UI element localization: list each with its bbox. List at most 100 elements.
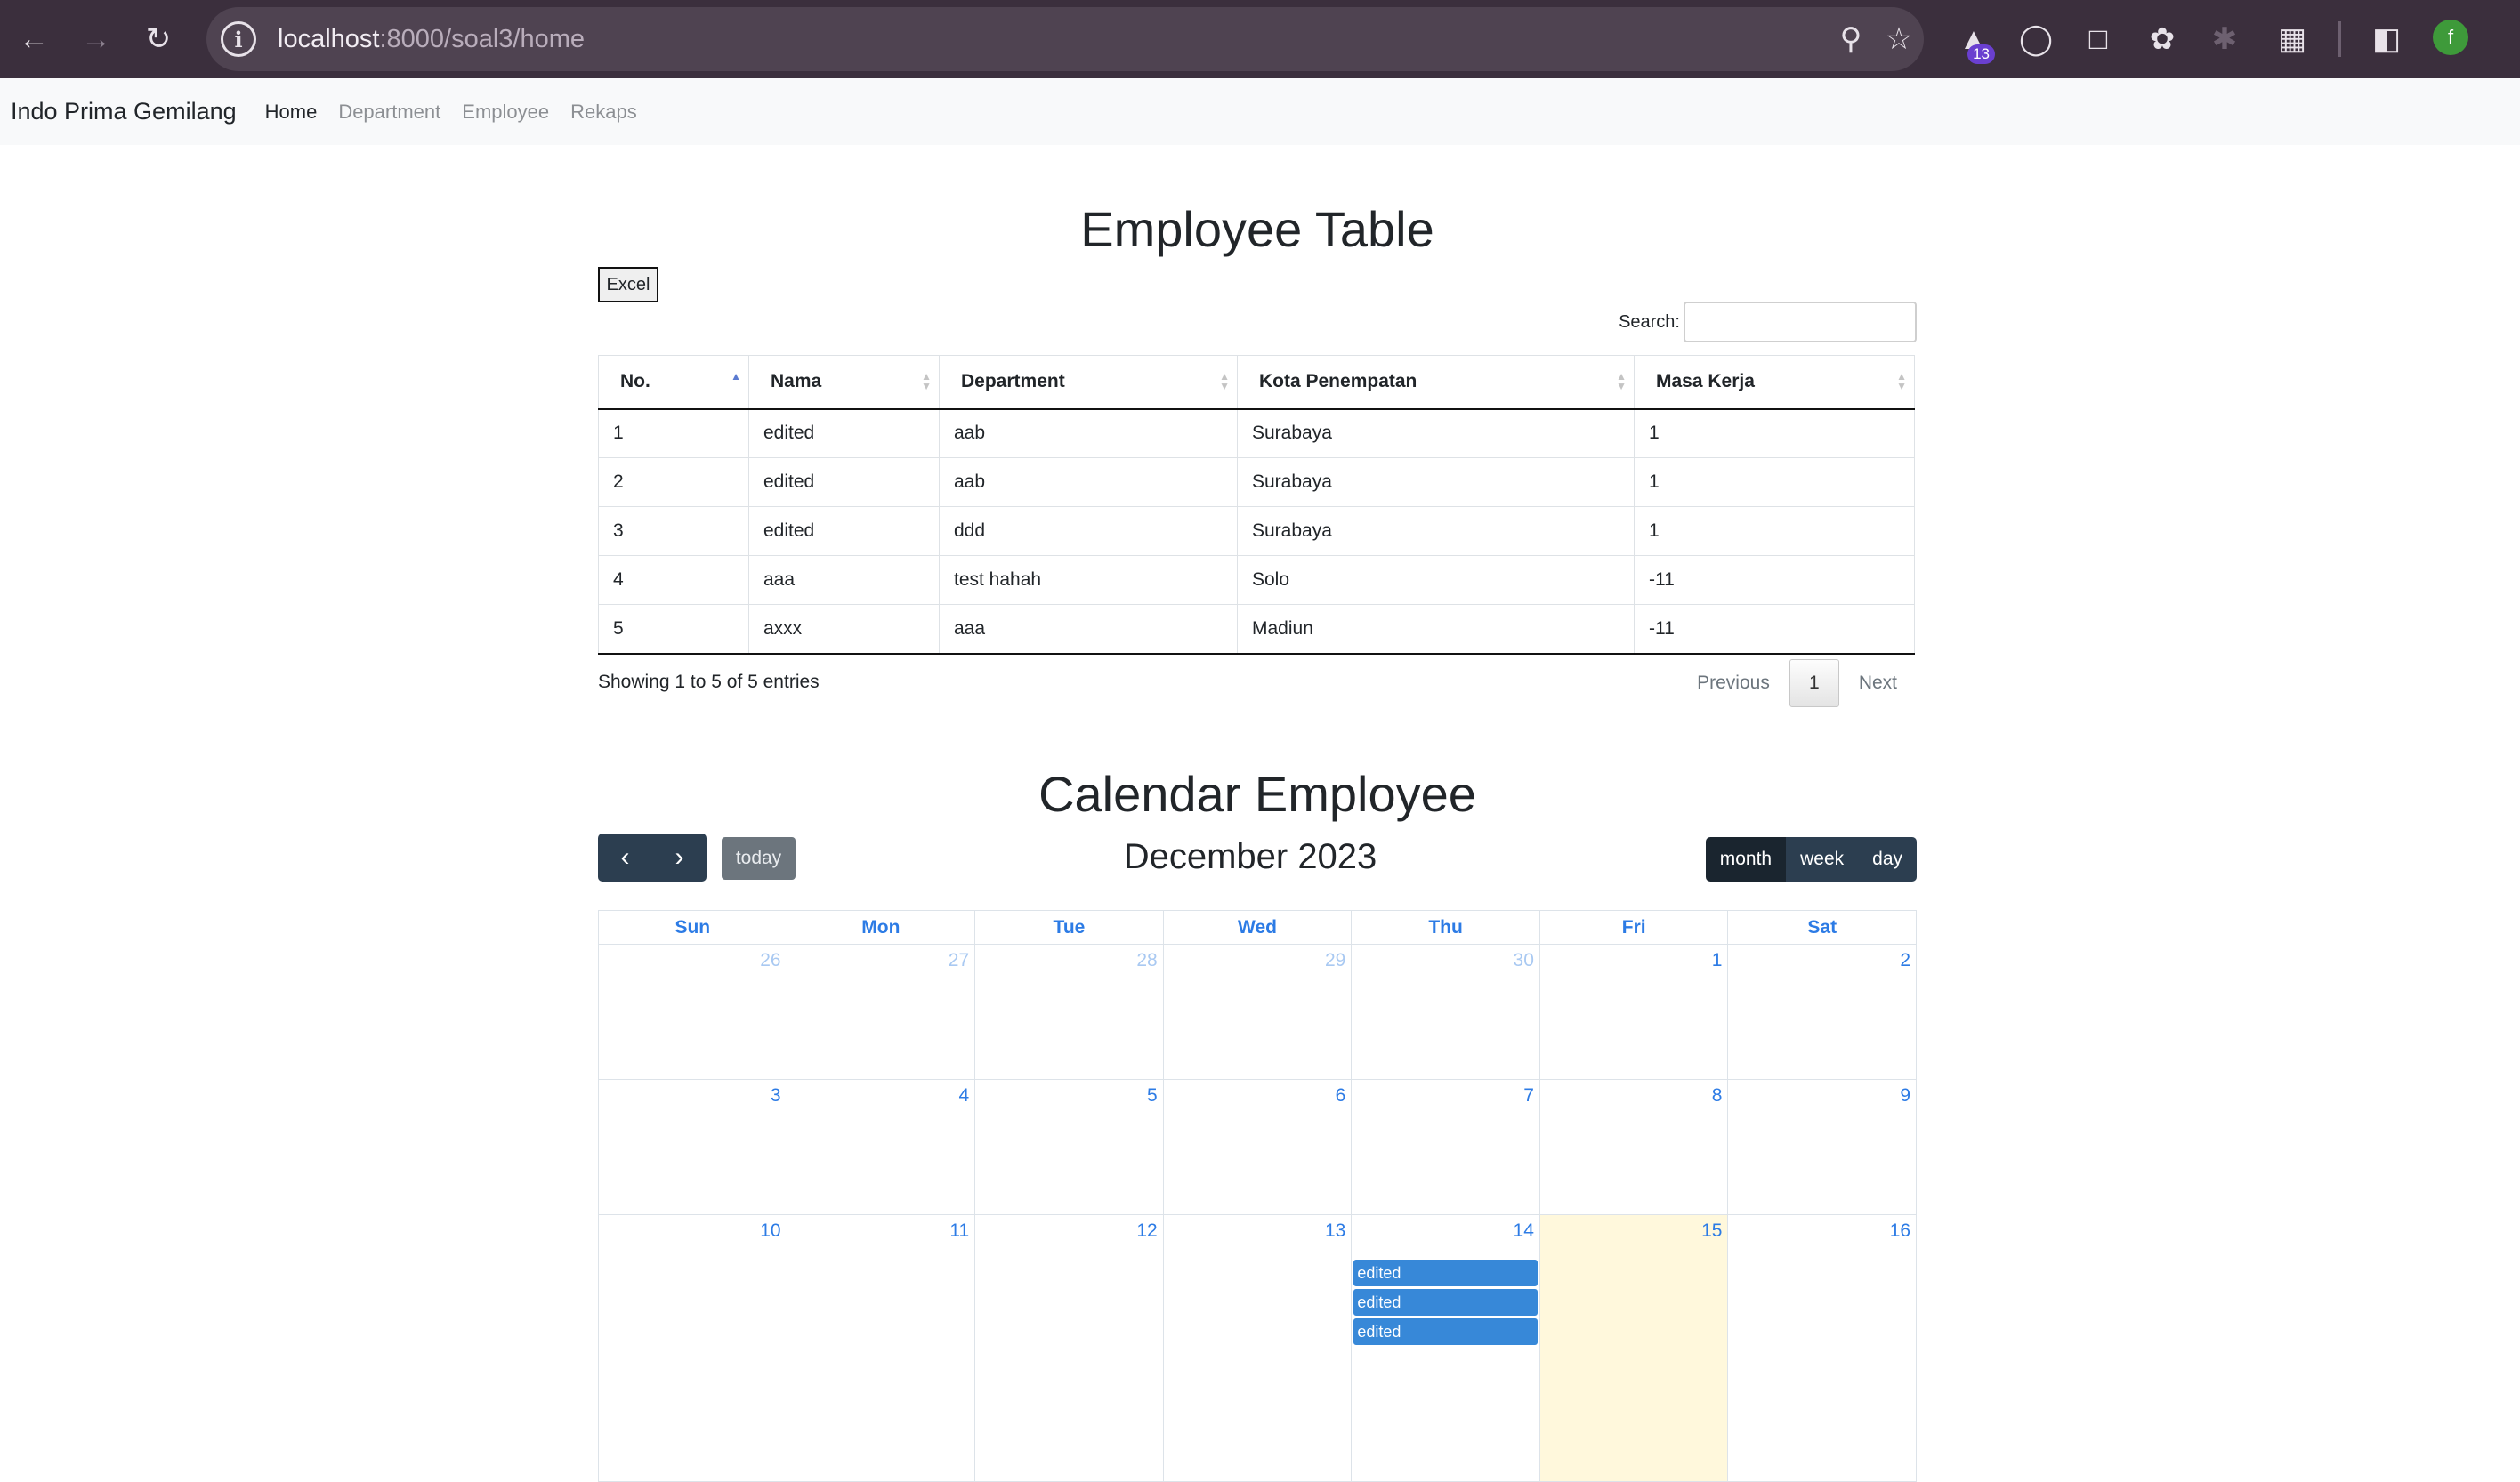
table-row: 2 edited aab Surabaya 1 [598, 457, 1915, 507]
view-week-button[interactable]: week [1786, 837, 1859, 882]
reload-icon[interactable]: ↻ [130, 11, 187, 68]
calendar-event[interactable]: edited [1353, 1260, 1538, 1286]
color-extension-icon[interactable]: ✿ [2139, 16, 2185, 62]
cell-department: ddd [939, 506, 1238, 556]
pagination-previous[interactable]: Previous [1677, 673, 1789, 694]
weekday-mon: Mon [787, 911, 976, 945]
view-day-button[interactable]: day [1858, 837, 1917, 882]
cell-masa-kerja: -11 [1634, 604, 1915, 655]
calendar-day-number[interactable]: 10 [760, 1220, 780, 1242]
cell-nama: edited [748, 506, 940, 556]
calendar-day-cell[interactable]: 15 [1539, 1215, 1729, 1482]
calendar-day-number[interactable]: 9 [1900, 1085, 1910, 1107]
calendar-day-number[interactable]: 29 [1325, 950, 1345, 971]
calendar-day-number[interactable]: 3 [771, 1085, 781, 1107]
calendar-day-cell[interactable]: 16 [1728, 1215, 1918, 1482]
cell-department: aab [939, 408, 1238, 458]
puzzle-extensions-icon[interactable]: ▦ [2269, 16, 2315, 62]
cell-nama: edited [748, 457, 940, 507]
bookmark-star-icon[interactable]: ☆ [1879, 20, 1918, 59]
column-header-department[interactable]: Department ▲ ▼ [939, 355, 1238, 410]
view-month-button[interactable]: month [1705, 837, 1787, 882]
calendar-day-number[interactable]: 11 [949, 1220, 969, 1242]
calendar-day-number[interactable]: 4 [958, 1085, 969, 1107]
calendar-day-cell[interactable]: 14 edited edited edited [1352, 1215, 1540, 1482]
brand-logo-text[interactable]: Indo Prima Gemilang [11, 98, 237, 125]
calendar-day-cell[interactable]: 29 [1163, 945, 1353, 1080]
calendar-day-cell[interactable]: 9 [1728, 1080, 1918, 1215]
back-icon[interactable]: ← [5, 11, 62, 68]
calendar-day-number[interactable]: 26 [760, 950, 780, 971]
calendar-grid: Sun Mon Tue Wed Thu Fri Sat 26 27 28 29 30 1 2… [598, 910, 1918, 1482]
calendar-day-number[interactable]: 14 [1514, 1220, 1534, 1242]
nav-link-employee[interactable]: Employee [462, 101, 549, 124]
calendar-day-number[interactable]: 27 [949, 950, 969, 971]
column-header-nama[interactable]: Nama ▲ ▼ [748, 355, 940, 410]
calendar-day-number[interactable]: 5 [1147, 1085, 1158, 1107]
table-row: 1 edited aab Surabaya 1 [598, 408, 1915, 458]
calendar-day-number[interactable]: 2 [1900, 950, 1910, 971]
calendar-event[interactable]: edited [1353, 1289, 1538, 1316]
url-text[interactable]: localhost:8000/soal3/home [278, 25, 585, 54]
address-bar[interactable]: i localhost:8000/soal3/home ⚲ ☆ [206, 7, 1924, 71]
employee-table: No. ▲ Nama ▲ ▼ Department ▲ ▼ Kota Penempatan… [598, 355, 1915, 655]
search-input[interactable] [1684, 302, 1917, 342]
pagination-next[interactable]: Next [1839, 673, 1917, 694]
side-panel-icon[interactable]: ◧ [2363, 16, 2410, 62]
calendar-day-cell[interactable]: 6 [1163, 1080, 1353, 1215]
cell-kota: Surabaya [1237, 408, 1635, 458]
column-header-masa-kerja[interactable]: Masa Kerja ▲ ▼ [1634, 355, 1915, 410]
forward-icon[interactable]: → [68, 11, 125, 68]
browser-toolbar: ← → ↻ i localhost:8000/soal3/home ⚲ ☆ ▲ 1… [0, 0, 2520, 78]
nav-link-rekaps[interactable]: Rekaps [570, 101, 637, 124]
calendar-day-number[interactable]: 16 [1890, 1220, 1910, 1242]
column-header-no[interactable]: No. ▲ [598, 355, 749, 410]
cell-masa-kerja: 1 [1634, 506, 1915, 556]
calendar-day-cell[interactable]: 30 [1352, 945, 1540, 1080]
calendar-week-row: 26 27 28 29 30 1 2 [599, 945, 1918, 1080]
t-extension-icon[interactable]: □ [2075, 16, 2121, 62]
pagination-page-1[interactable]: 1 [1789, 659, 1839, 707]
weekday-tue: Tue [975, 911, 1164, 945]
calendar-day-cell[interactable]: 12 [975, 1215, 1164, 1482]
calendar-day-cell[interactable]: 27 [787, 945, 976, 1080]
bug-extension-icon[interactable]: ✱ [2201, 16, 2248, 62]
today-button[interactable]: today [722, 837, 796, 880]
nav-link-department[interactable]: Department [338, 101, 440, 124]
calendar-day-number[interactable]: 1 [1712, 950, 1723, 971]
calendar-day-number[interactable]: 13 [1325, 1220, 1345, 1242]
chevron-left-icon[interactable]: ‹ [598, 834, 652, 882]
extension-icon[interactable]: ▲ 13 [1951, 16, 1997, 64]
calendar-day-number[interactable]: 15 [1701, 1220, 1722, 1242]
column-header-kota[interactable]: Kota Penempatan ▲ ▼ [1237, 355, 1635, 410]
calendar-day-cell[interactable]: 28 [975, 945, 1164, 1080]
calendar-day-cell[interactable]: 13 [1163, 1215, 1353, 1482]
calendar-day-cell[interactable]: 4 [787, 1080, 976, 1215]
calendar-day-cell[interactable]: 10 [599, 1215, 788, 1482]
site-info-icon[interactable]: i [221, 21, 256, 57]
cell-kota: Solo [1237, 555, 1635, 605]
calendar-day-number[interactable]: 30 [1514, 950, 1534, 971]
calendar-event[interactable]: edited [1353, 1318, 1538, 1345]
nav-link-home[interactable]: Home [265, 101, 318, 124]
calendar-day-cell[interactable]: 5 [975, 1080, 1164, 1215]
calendar-day-number[interactable]: 7 [1523, 1085, 1534, 1107]
calendar-day-number[interactable]: 28 [1136, 950, 1157, 971]
calendar-day-cell[interactable]: 1 [1539, 945, 1729, 1080]
calendar-day-cell[interactable]: 2 [1728, 945, 1918, 1080]
zoom-icon[interactable]: ⚲ [1831, 20, 1870, 59]
calendar-day-number[interactable]: 8 [1712, 1085, 1723, 1107]
mouse-extension-icon[interactable]: ◯ [2013, 16, 2059, 62]
profile-avatar[interactable]: f [2433, 20, 2468, 55]
cell-nama: edited [748, 408, 940, 458]
calendar-day-number[interactable]: 6 [1336, 1085, 1346, 1107]
chevron-right-icon[interactable]: › [652, 834, 707, 882]
calendar-day-cell[interactable]: 7 [1352, 1080, 1540, 1215]
cell-masa-kerja: 1 [1634, 408, 1915, 458]
calendar-day-cell[interactable]: 26 [599, 945, 788, 1080]
calendar-day-cell[interactable]: 3 [599, 1080, 788, 1215]
calendar-day-number[interactable]: 12 [1136, 1220, 1157, 1242]
excel-export-button[interactable]: Excel [598, 267, 658, 302]
calendar-day-cell[interactable]: 8 [1539, 1080, 1729, 1215]
calendar-day-cell[interactable]: 11 [787, 1215, 976, 1482]
